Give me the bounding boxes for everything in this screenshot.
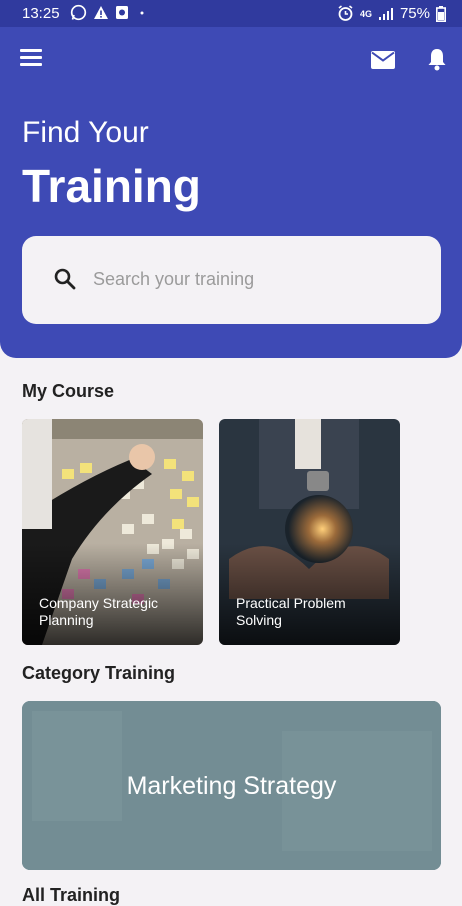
category-card-marketing[interactable]: Marketing Strategy xyxy=(22,701,441,870)
course-card-label: Practical Problem Solving xyxy=(236,595,346,628)
course-card-label: Company Strategic Planning xyxy=(39,595,159,628)
network-type: 4G xyxy=(359,8,372,19)
mail-icon[interactable] xyxy=(371,51,395,69)
menu-icon[interactable] xyxy=(20,49,42,67)
status-time: 13:25 xyxy=(22,5,60,22)
page-title-line1: Find Your xyxy=(22,116,149,149)
course-card[interactable]: Company Strategic Planning xyxy=(22,419,203,645)
alert-icon xyxy=(94,5,108,19)
battery-icon xyxy=(436,5,446,22)
app-notification-icon xyxy=(116,6,128,19)
section-title-all-training: All Training xyxy=(22,885,121,905)
search-icon xyxy=(54,268,76,290)
hero-header: Find Your Training Search your training xyxy=(0,27,462,358)
category-card-label: Marketing Strategy xyxy=(126,772,337,800)
battery-percent: 75% xyxy=(399,5,430,22)
search-input[interactable]: Search your training xyxy=(22,236,441,324)
course-card[interactable]: Practical Problem Solving xyxy=(219,419,400,645)
bell-icon[interactable] xyxy=(427,47,447,71)
status-bar: 13:25 4G 75% xyxy=(0,0,462,27)
search-placeholder: Search your training xyxy=(93,269,255,289)
section-title-my-course: My Course xyxy=(22,381,115,401)
signal-icon xyxy=(378,7,393,20)
page-title-line2: Training xyxy=(22,160,201,212)
more-notifications-icon xyxy=(140,11,144,14)
section-title-category: Category Training xyxy=(22,663,176,683)
alarm-icon xyxy=(338,5,353,21)
whatsapp-icon xyxy=(70,4,87,21)
